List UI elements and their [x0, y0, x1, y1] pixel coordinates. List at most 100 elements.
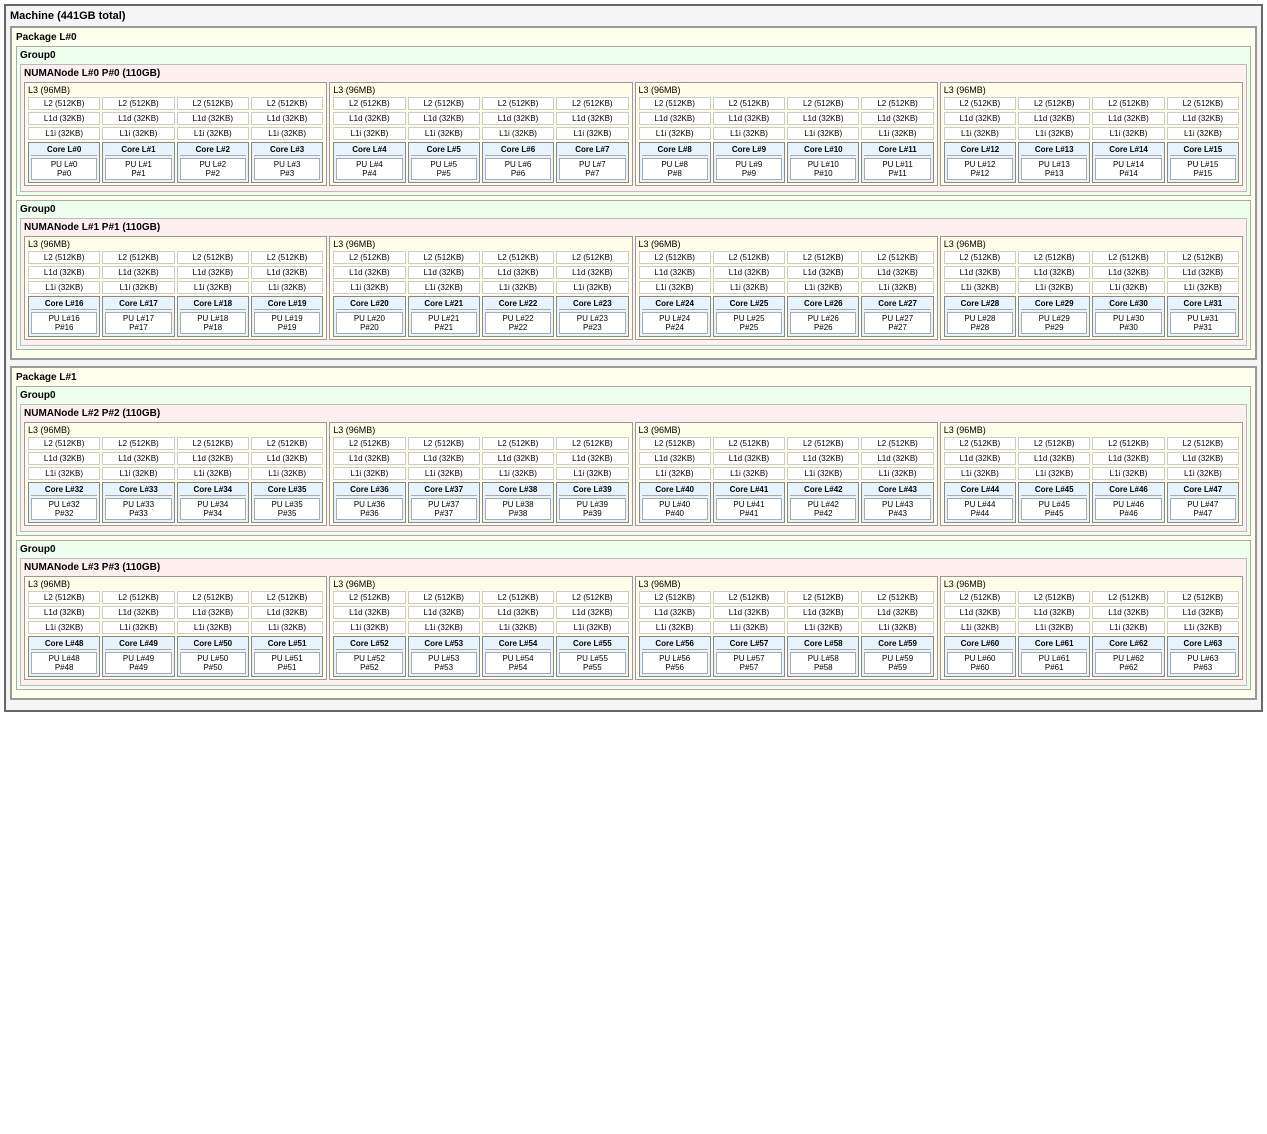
l2-cache-cell: L2 (512KB)	[333, 97, 405, 110]
l1d-cache-cell: L1d (32KB)	[1167, 112, 1239, 125]
l1d-cache-row: L1d (32KB)L1d (32KB)L1d (32KB)L1d (32KB)	[333, 266, 628, 279]
l1d-cache-cell: L1d (32KB)	[482, 452, 554, 465]
core-label: Core L#25	[716, 299, 782, 310]
l1d-cache-cell: L1d (32KB)	[102, 112, 174, 125]
core-label: Core L#35	[254, 485, 320, 496]
l2-cache-cell: L2 (512KB)	[1092, 437, 1164, 450]
l1d-cache-cell: L1d (32KB)	[1018, 112, 1090, 125]
core-label: Core L#27	[864, 299, 930, 310]
core-box: Core L#57PU L#57 P#57	[713, 636, 785, 677]
pu-box: PU L#4 P#4	[336, 158, 402, 180]
l2-cache-cell: L2 (512KB)	[251, 591, 323, 604]
core-label: Core L#17	[105, 299, 171, 310]
core-box: Core L#59PU L#59 P#59	[861, 636, 933, 677]
core-label: Core L#2	[180, 145, 246, 156]
group-title: Group0	[20, 204, 1247, 215]
l2-cache-cell: L2 (512KB)	[251, 97, 323, 110]
core-box: Core L#36PU L#36 P#36	[333, 482, 405, 523]
l1d-cache-cell: L1d (32KB)	[556, 266, 628, 279]
pu-box: PU L#44 P#44	[947, 498, 1013, 520]
pu-box: PU L#0 P#0	[31, 158, 97, 180]
core-box: Core L#15PU L#15 P#15	[1167, 142, 1239, 183]
core-box: Core L#18PU L#18 P#18	[177, 296, 249, 337]
l2-cache-cell: L2 (512KB)	[1092, 591, 1164, 604]
core-box: Core L#44 PU L#44 P#44	[944, 482, 1016, 523]
group-box: Group0NUMANode L#2 P#2 (110GB)L3 (96MB)L…	[16, 386, 1251, 536]
l3-label: L3 (96MB)	[333, 579, 628, 589]
l1d-cache-cell: L1d (32KB)	[102, 452, 174, 465]
l2-cache-cell: L2 (512KB)	[944, 437, 1016, 450]
l1d-cache-cell: L1d (32KB)	[408, 112, 480, 125]
core-label: Core L#47	[1170, 485, 1236, 496]
l3-label: L3 (96MB)	[333, 425, 628, 435]
core-box: Core L#23PU L#23 P#23	[556, 296, 628, 337]
l1d-cache-row: L1d (32KB)L1d (32KB)L1d (32KB)L1d (32KB)	[639, 112, 934, 125]
l2-cache-row: L2 (512KB)L2 (512KB)L2 (512KB)L2 (512KB)	[639, 97, 934, 110]
pu-box: PU L#34 P#34	[180, 498, 246, 520]
l2-cache-cell: L2 (512KB)	[102, 97, 174, 110]
cores-row: Core L#4PU L#4 P#4Core L#5PU L#5 P#5Core…	[333, 142, 628, 183]
pu-box: PU L#50 P#50	[180, 652, 246, 674]
l1i-cache-cell: L1i (32KB)	[1092, 281, 1164, 294]
core-label: Core L#12	[947, 145, 1013, 156]
core-box: Core L#38PU L#38 P#38	[482, 482, 554, 523]
l1i-cache-cell: L1i (32KB)	[251, 621, 323, 634]
core-box: Core L#9PU L#9 P#9	[713, 142, 785, 183]
machine-title: Machine (441GB total)	[10, 10, 1257, 22]
l2-cache-cell: L2 (512KB)	[787, 97, 859, 110]
l1i-cache-cell: L1i (32KB)	[177, 621, 249, 634]
core-box: Core L#33PU L#33 P#33	[102, 482, 174, 523]
l1d-cache-cell: L1d (32KB)	[408, 266, 480, 279]
pu-box: PU L#3 P#3	[254, 158, 320, 180]
group-title: Group0	[20, 544, 1247, 555]
core-box: Core L#24PU L#24 P#24	[639, 296, 711, 337]
l1d-cache-cell: L1d (32KB)	[102, 606, 174, 619]
machine-box: Machine (441GB total) Package L#0Group0N…	[4, 4, 1263, 712]
l2-cache-cell: L2 (512KB)	[408, 591, 480, 604]
l2-cache-cell: L2 (512KB)	[333, 591, 405, 604]
l1i-cache-cell: L1i (32KB)	[482, 127, 554, 140]
l1i-cache-cell: L1i (32KB)	[713, 281, 785, 294]
l1d-cache-cell: L1d (32KB)	[482, 266, 554, 279]
l1i-cache-cell: L1i (32KB)	[556, 467, 628, 480]
l1i-cache-row: L1i (32KB)L1i (32KB)L1i (32KB)L1i (32KB)	[639, 621, 934, 634]
l2-cache-cell: L2 (512KB)	[482, 437, 554, 450]
l2-cache-cell: L2 (512KB)	[556, 251, 628, 264]
l1i-cache-cell: L1i (32KB)	[1018, 281, 1090, 294]
l1d-cache-cell: L1d (32KB)	[1092, 606, 1164, 619]
pu-box: PU L#40 P#40	[642, 498, 708, 520]
pu-box: PU L#47 P#47	[1170, 498, 1236, 520]
l1d-cache-row: L1d (32KB)L1d (32KB)L1d (32KB)L1d (32KB)	[639, 452, 934, 465]
l1i-cache-row: L1i (32KB)L1i (32KB)L1i (32KB)L1i (32KB)	[639, 281, 934, 294]
l1i-cache-cell: L1i (32KB)	[944, 127, 1016, 140]
core-box: Core L#40PU L#40 P#40	[639, 482, 711, 523]
core-label: Core L#29	[1021, 299, 1087, 310]
l2-cache-cell: L2 (512KB)	[102, 437, 174, 450]
core-label: Core L#55	[559, 639, 625, 650]
core-box: Core L#20PU L#20 P#20	[333, 296, 405, 337]
core-label: Core L#23	[559, 299, 625, 310]
pu-box: PU L#48 P#48	[31, 652, 97, 674]
cores-row: Core L#12PU L#12 P#12Core L#13PU L#13 P#…	[944, 142, 1239, 183]
l1i-cache-cell: L1i (32KB)	[102, 127, 174, 140]
pu-box: PU L#9 P#9	[716, 158, 782, 180]
l2-cache-cell: L2 (512KB)	[28, 97, 100, 110]
l2-cache-cell: L2 (512KB)	[1167, 591, 1239, 604]
group-title: Group0	[20, 390, 1247, 401]
l2-cache-row: L2 (512KB)L2 (512KB)L2 (512KB)L2 (512KB)	[639, 251, 934, 264]
core-label: Core L#44	[947, 485, 1013, 496]
numa-box: NUMANode L#2 P#2 (110GB) L3 (96MB) L2 (512…	[20, 404, 1247, 532]
core-label: Core L#62	[1095, 639, 1161, 650]
l1d-cache-cell: L1d (32KB)	[787, 266, 859, 279]
numa-title: NUMANode L#2 P#2 (110GB)	[24, 408, 1243, 419]
core-label: Core L#21	[411, 299, 477, 310]
l1d-cache-cell: L1d (32KB)	[1018, 606, 1090, 619]
l3-box: L3 (96MB)L2 (512KB)L2 (512KB)L2 (512KB)L…	[940, 82, 1243, 186]
core-box: Core L#8PU L#8 P#8	[639, 142, 711, 183]
core-box: Core L#3PU L#3 P#3	[251, 142, 323, 183]
core-box: Core L#14PU L#14 P#14	[1092, 142, 1164, 183]
l1i-cache-cell: L1i (32KB)	[1018, 467, 1090, 480]
l3-row: L3 (96MB) L2 (512KB) L2 (512KB) L2 (512KB) L…	[24, 422, 1243, 526]
cores-row: Core L#0PU L#0 P#0Core L#1PU L#1 P#1Core…	[28, 142, 323, 183]
core-box: Core L#22PU L#22 P#22	[482, 296, 554, 337]
